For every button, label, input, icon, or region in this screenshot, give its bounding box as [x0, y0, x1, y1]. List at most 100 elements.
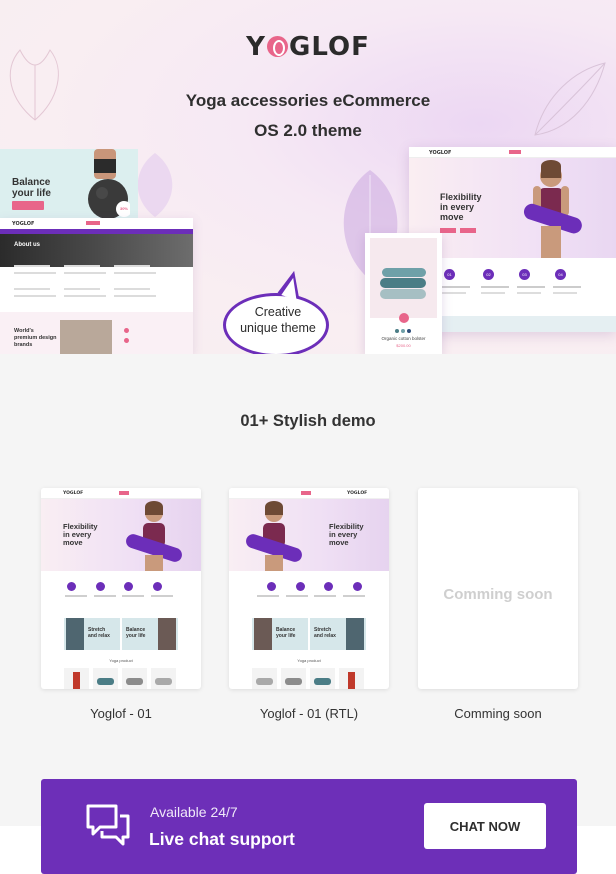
brands-line-2: premium design [14, 335, 57, 341]
about-line [114, 295, 156, 297]
bubble-line-2: unique theme [240, 321, 316, 335]
feature-line [442, 286, 470, 288]
feature-line [343, 595, 365, 597]
demo-search-icon [301, 491, 311, 495]
shop-now-mini-button [12, 201, 44, 210]
feature-line [553, 286, 581, 288]
demo-label-yoglof-01[interactable]: Yoglof - 01 [41, 706, 201, 721]
desktop-search-icon [509, 150, 521, 154]
logo-yoga-icon [266, 36, 288, 57]
demo-banner-balance: Balance your life [122, 618, 178, 650]
woman-yoga-mat-image [246, 501, 302, 571]
about-dot-icon [124, 328, 129, 333]
coming-soon-placeholder: Comming soon [443, 586, 553, 603]
chat-availability: Available 24/7 [150, 804, 238, 820]
demo-logo: YOGLOF [63, 491, 84, 496]
hero-section: Y GLOF Yoga accessories eCommerce OS 2.0 … [0, 0, 616, 354]
about-line [64, 272, 106, 274]
balance-card-mockup: Balance your life 30% [0, 149, 138, 229]
product-card-mockup: Organic cotton bolster $200.00 [365, 233, 442, 354]
about-page-mockup: YOGLOF About us World's premium design b… [0, 218, 193, 354]
banner-line-2: and relax [88, 633, 110, 639]
swatch-icon [407, 329, 411, 333]
demo-label-yoglof-01-rtl[interactable]: Yoglof - 01 (RTL) [229, 706, 389, 721]
feature-line [122, 595, 144, 597]
feature-line [442, 292, 466, 294]
logo-text-right: GLOF [288, 32, 370, 62]
brands-line-1: World's [14, 328, 34, 334]
swatch-icon [395, 329, 399, 333]
product-thumb [252, 668, 277, 689]
about-line [14, 265, 50, 267]
desktop-headline-line-3: move [440, 212, 464, 222]
demo-label-coming-soon: Comming soon [454, 706, 542, 721]
chat-now-button[interactable]: CHAT NOW [424, 803, 546, 849]
tagline-line-2: OS 2.0 theme [254, 121, 362, 140]
product-image [370, 238, 437, 318]
desktop-hero-button [440, 228, 456, 233]
brands-line-3: brands [14, 342, 33, 348]
desktop-headline: Flexibility in every move [440, 192, 482, 222]
product-price: $200.00 [396, 343, 411, 348]
tagline-line-1: Yoga accessories eCommerce [185, 91, 431, 110]
rolled-towels-image [380, 268, 426, 299]
product-thumb [151, 668, 176, 689]
feature-circle-icon [124, 582, 133, 591]
demo-heading: 01+ Stylish demo [240, 412, 376, 430]
bubble-text: Creative unique theme [223, 304, 333, 336]
demo-banner-balance: Balance your life [252, 618, 308, 650]
demo-headline-line-3: move [329, 538, 349, 547]
product-thumb [339, 668, 364, 689]
desktop-headline-line-2: in every [440, 202, 475, 212]
about-line [114, 272, 156, 274]
demo-headline-line-3: move [63, 538, 83, 547]
feature-line [314, 595, 336, 597]
demo-banner-stretch: Stretch and relax [310, 618, 366, 650]
hero-tagline: Yoga accessories eCommerce OS 2.0 theme [0, 86, 616, 146]
demo-card-yoglof-01[interactable]: YOGLOF Flexibility in every move Stretch… [41, 488, 201, 689]
about-topbar: YOGLOF [0, 218, 193, 229]
logo-text-left: Y [246, 32, 266, 62]
banner-image [346, 618, 364, 650]
banner-line-2: your life [276, 633, 296, 639]
about-line [114, 265, 150, 267]
demo-topbar: YOGLOF [41, 488, 201, 499]
product-thumb [64, 668, 89, 689]
about-line [64, 295, 106, 297]
desktop-logo: YOGLOF [429, 150, 452, 156]
demo-headline: Flexibility in every move [63, 523, 98, 547]
about-line [64, 265, 100, 267]
about-brands-section: World's premium design brands [0, 312, 193, 354]
feature-circle-icon: 02 [483, 269, 494, 280]
feature-circle-icon [153, 582, 162, 591]
woman-yoga-mat-image [523, 160, 582, 258]
yoglof-logo: Y GLOF [0, 32, 616, 62]
banner-line-2: your life [126, 633, 146, 639]
product-name: Organic cotton bolster [381, 336, 426, 341]
demo-section-title: Yoga product [297, 658, 321, 663]
balance-card-title: Balance your life [12, 177, 51, 199]
demo-section-title: Yoga product [109, 658, 133, 663]
about-logo: YOGLOF [12, 221, 35, 227]
product-thumb [310, 668, 335, 689]
swatch-icon [401, 329, 405, 333]
woman-ball-image: 30% [88, 149, 130, 219]
about-line [14, 295, 56, 297]
demo-features [41, 571, 201, 614]
feature-circle-icon [296, 582, 305, 591]
bubble-line-1: Creative [254, 305, 302, 319]
about-banner-title: About us [14, 242, 40, 248]
banner-text: Stretch and relax [88, 627, 110, 639]
feature-circle-icon: 04 [555, 269, 566, 280]
product-thumb [281, 668, 306, 689]
about-banner: About us [0, 234, 193, 267]
demo-card-yoglof-01-rtl[interactable]: YOGLOF Flexibility in every move Balance… [229, 488, 389, 689]
feature-line [94, 595, 116, 597]
banner-image [66, 618, 84, 650]
feature-line [257, 595, 279, 597]
feature-line [553, 292, 577, 294]
product-thumb [122, 668, 147, 689]
feature-line [481, 292, 505, 294]
feature-circle-icon [353, 582, 362, 591]
about-line [114, 288, 150, 290]
